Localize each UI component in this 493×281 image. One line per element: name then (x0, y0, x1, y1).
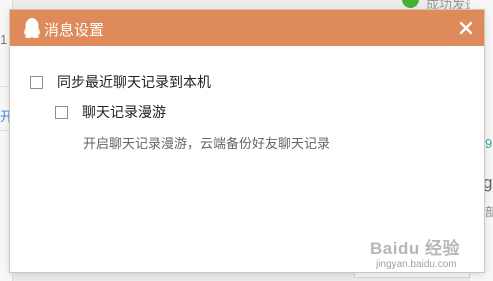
dialog-title: 消息设置 (44, 22, 105, 39)
chat-history-roaming-checkbox[interactable] (55, 105, 68, 119)
baidu-jingyan-watermark: Baidu 经验 jingyan.baidu.com (368, 232, 468, 277)
close-icon (459, 21, 473, 35)
close-button[interactable] (456, 18, 476, 38)
dialog-titlebar[interactable]: 消息设置 (10, 10, 484, 46)
success-check-icon (402, 0, 419, 8)
sync-recent-history-checkbox[interactable] (30, 75, 43, 89)
watermark-url: jingyan.baidu.com (376, 259, 457, 270)
background-text-fragment: 9 (485, 136, 493, 151)
sync-recent-history-option[interactable]: 同步最近聊天记录到本机 (30, 72, 211, 92)
watermark-logo-text: Baidu 经验 (370, 239, 460, 258)
background-text-fragment: g (483, 173, 493, 192)
chat-history-roaming-option[interactable]: 聊天记录漫游 (55, 102, 166, 122)
roaming-description: 开启聊天记录漫游，云端备份好友聊天记录 (83, 136, 331, 151)
sync-recent-history-label[interactable]: 同步最近聊天记录到本机 (57, 72, 211, 92)
qq-penguin-icon (22, 17, 42, 39)
background-text-fragment: 部 (485, 205, 493, 219)
chat-history-roaming-label[interactable]: 聊天记录漫游 (82, 102, 166, 122)
background-text-fragment: 1 (0, 32, 8, 47)
